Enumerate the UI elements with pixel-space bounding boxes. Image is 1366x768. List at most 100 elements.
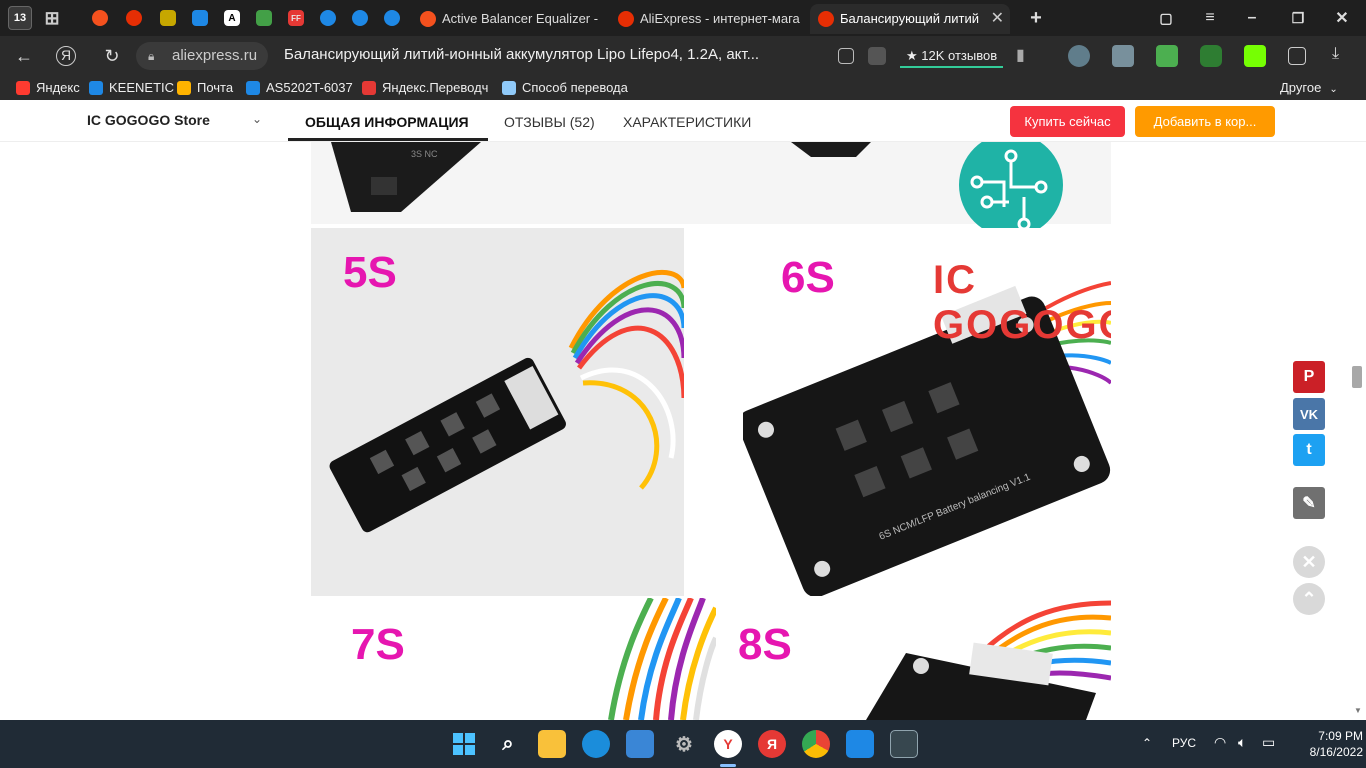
pinned-tab-icon[interactable]: FF: [288, 10, 304, 26]
yandex-icon: [16, 81, 30, 95]
chrome-icon[interactable]: [802, 730, 830, 758]
reader-icon[interactable]: [868, 47, 886, 65]
url-field[interactable]: 🔒︎ aliexpress.ru: [136, 42, 268, 70]
yandex-icon[interactable]: Я: [758, 730, 786, 758]
tab-general-info[interactable]: ОБЩАЯ ИНФОРМАЦИЯ: [305, 114, 469, 130]
chevron-down-icon[interactable]: ⌄: [252, 112, 262, 126]
bookmark-yandex[interactable]: Яндекс: [16, 79, 80, 97]
close-tab-icon[interactable]: ✕: [991, 4, 1004, 34]
pinned-tab-icon[interactable]: [160, 10, 176, 26]
aliexpress-star-icon: [818, 11, 834, 27]
twitter-share-button[interactable]: t: [1293, 434, 1325, 466]
battery-icon[interactable]: ▭: [1262, 734, 1275, 751]
other-bookmarks[interactable]: Другое ⌄: [1260, 79, 1338, 97]
pinterest-share-button[interactable]: P: [1293, 361, 1325, 393]
address-bar: ← Я ↻ 🔒︎ aliexpress.ru Балансирующий лит…: [0, 36, 1366, 76]
mail-icon: [177, 81, 191, 95]
asustor-icon: [246, 81, 260, 95]
copy-icon[interactable]: [838, 48, 854, 64]
bookmark-mail[interactable]: Почта: [177, 79, 233, 97]
tab-current[interactable]: Балансирующий литий ✕: [810, 4, 1010, 34]
wifi-icon[interactable]: ◠: [1214, 734, 1226, 751]
search-icon[interactable]: ⌕: [494, 730, 522, 758]
tab-aliexpress[interactable]: AliExpress - интернет-мага: [610, 4, 805, 34]
pinned-tab-icon[interactable]: [384, 10, 400, 26]
pinned-tab-icon[interactable]: [352, 10, 368, 26]
product-image-8s: 8S: [716, 598, 1111, 720]
adblock-extension-icon[interactable]: [1200, 45, 1222, 67]
buy-now-button[interactable]: Купить сейчас: [1010, 106, 1125, 137]
reviews-badge[interactable]: ★ 12K отзывов: [900, 44, 1004, 68]
app-icon[interactable]: [846, 730, 874, 758]
close-share-button[interactable]: ✕: [1293, 546, 1325, 578]
scroll-to-top-button[interactable]: ⌃: [1293, 583, 1325, 615]
pinned-tab-icon[interactable]: [256, 10, 272, 26]
svg-text:3S NC: 3S NC: [411, 149, 438, 159]
extension-icon[interactable]: [1244, 45, 1266, 67]
bookmark-icon[interactable]: ▮: [1016, 45, 1038, 67]
pinned-tab-icon[interactable]: [320, 10, 336, 26]
bookmark-keenetic[interactable]: KEENETIC: [89, 79, 174, 97]
scrollbar-thumb[interactable]: [1352, 366, 1362, 388]
file-explorer-icon[interactable]: [538, 730, 566, 758]
tab-label: Active Balancer Equalizer -: [442, 11, 599, 26]
cell-count-label: 6S: [781, 253, 835, 302]
volume-icon[interactable]: 🔈︎: [1238, 734, 1246, 751]
product-image-7s: 7S: [311, 598, 716, 720]
yandex-browser-icon[interactable]: Y: [714, 730, 742, 758]
circuit-logo-icon: [959, 142, 1063, 237]
reload-icon[interactable]: ↻: [100, 44, 124, 68]
store-icon[interactable]: [626, 730, 654, 758]
store-name[interactable]: IC GOGOGO Store: [87, 112, 210, 128]
edge-icon[interactable]: [582, 730, 610, 758]
download-icon[interactable]: ⤓: [1332, 45, 1354, 67]
extensions-icon[interactable]: [1288, 47, 1306, 65]
menu-icon[interactable]: ≡: [1198, 6, 1222, 30]
edit-button[interactable]: ✎: [1293, 487, 1325, 519]
keenetic-icon: [89, 81, 103, 95]
download-extension-icon[interactable]: [1156, 45, 1178, 67]
app-icon[interactable]: [890, 730, 918, 758]
aliexpress-pinned-icon[interactable]: [92, 10, 108, 26]
new-tab-icon[interactable]: +: [1024, 6, 1048, 30]
bookmark-as5202t[interactable]: AS5202T-6037: [246, 79, 353, 97]
bookmark-page-icon: [502, 81, 516, 95]
pinned-tab-icon[interactable]: [192, 10, 208, 26]
yandex-icon[interactable]: Я: [56, 46, 76, 66]
cell-count-label: 8S: [738, 620, 792, 669]
tab-active-balancer[interactable]: Active Balancer Equalizer -: [412, 4, 602, 34]
collections-icon[interactable]: ▢: [1154, 6, 1178, 30]
bookmark-label: KEENETIC: [109, 80, 175, 95]
page-title: Балансирующий литий-ионный аккумулятор L…: [284, 46, 760, 63]
close-window-icon[interactable]: ✕: [1330, 6, 1354, 30]
tab-label: AliExpress - интернет-мага: [640, 11, 800, 26]
minimize-icon[interactable]: –: [1240, 6, 1264, 30]
bookmark-translate[interactable]: Яндекс.Переводч: [362, 79, 490, 97]
add-to-cart-button[interactable]: Добавить в кор...: [1135, 106, 1275, 137]
restore-icon[interactable]: ❐: [1286, 6, 1310, 30]
bookmark-translation-method[interactable]: Способ перевода: [502, 79, 628, 97]
language-indicator[interactable]: РУС: [1172, 736, 1196, 750]
tab-reviews[interactable]: ОТЗЫВЫ (52): [504, 114, 595, 130]
mail-extension-icon[interactable]: [1112, 45, 1134, 67]
vk-share-button[interactable]: VK: [1293, 398, 1325, 430]
scroll-down-arrow-icon[interactable]: ▼: [1354, 706, 1362, 715]
vpn-extension-icon[interactable]: [1068, 45, 1090, 67]
bookmark-label: Яндекс: [36, 80, 80, 95]
aliexpress-star-icon[interactable]: [126, 10, 142, 26]
pinned-tab-a-icon[interactable]: A: [224, 10, 240, 26]
clock[interactable]: 7:09 PM 8/16/2022: [1283, 728, 1363, 760]
page-scrollbar[interactable]: ▲ ▼: [1350, 100, 1366, 720]
bookmark-label: Почта: [197, 80, 234, 95]
settings-gear-icon[interactable]: ⚙: [670, 730, 698, 758]
chevron-up-icon[interactable]: ⌃: [1142, 736, 1152, 750]
start-button[interactable]: [450, 730, 478, 758]
pencil-icon: ✎: [1302, 495, 1316, 512]
vk-icon: VK: [1299, 406, 1319, 422]
aliexpress-icon: [420, 11, 436, 27]
tab-specifications[interactable]: ХАРАКТЕРИСТИКИ: [623, 114, 751, 130]
active-tab-indicator: [288, 138, 488, 141]
tab-counter[interactable]: 13: [8, 6, 32, 30]
back-icon[interactable]: ←: [12, 44, 36, 68]
new-tab-group-icon[interactable]: ⊞: [40, 6, 64, 30]
